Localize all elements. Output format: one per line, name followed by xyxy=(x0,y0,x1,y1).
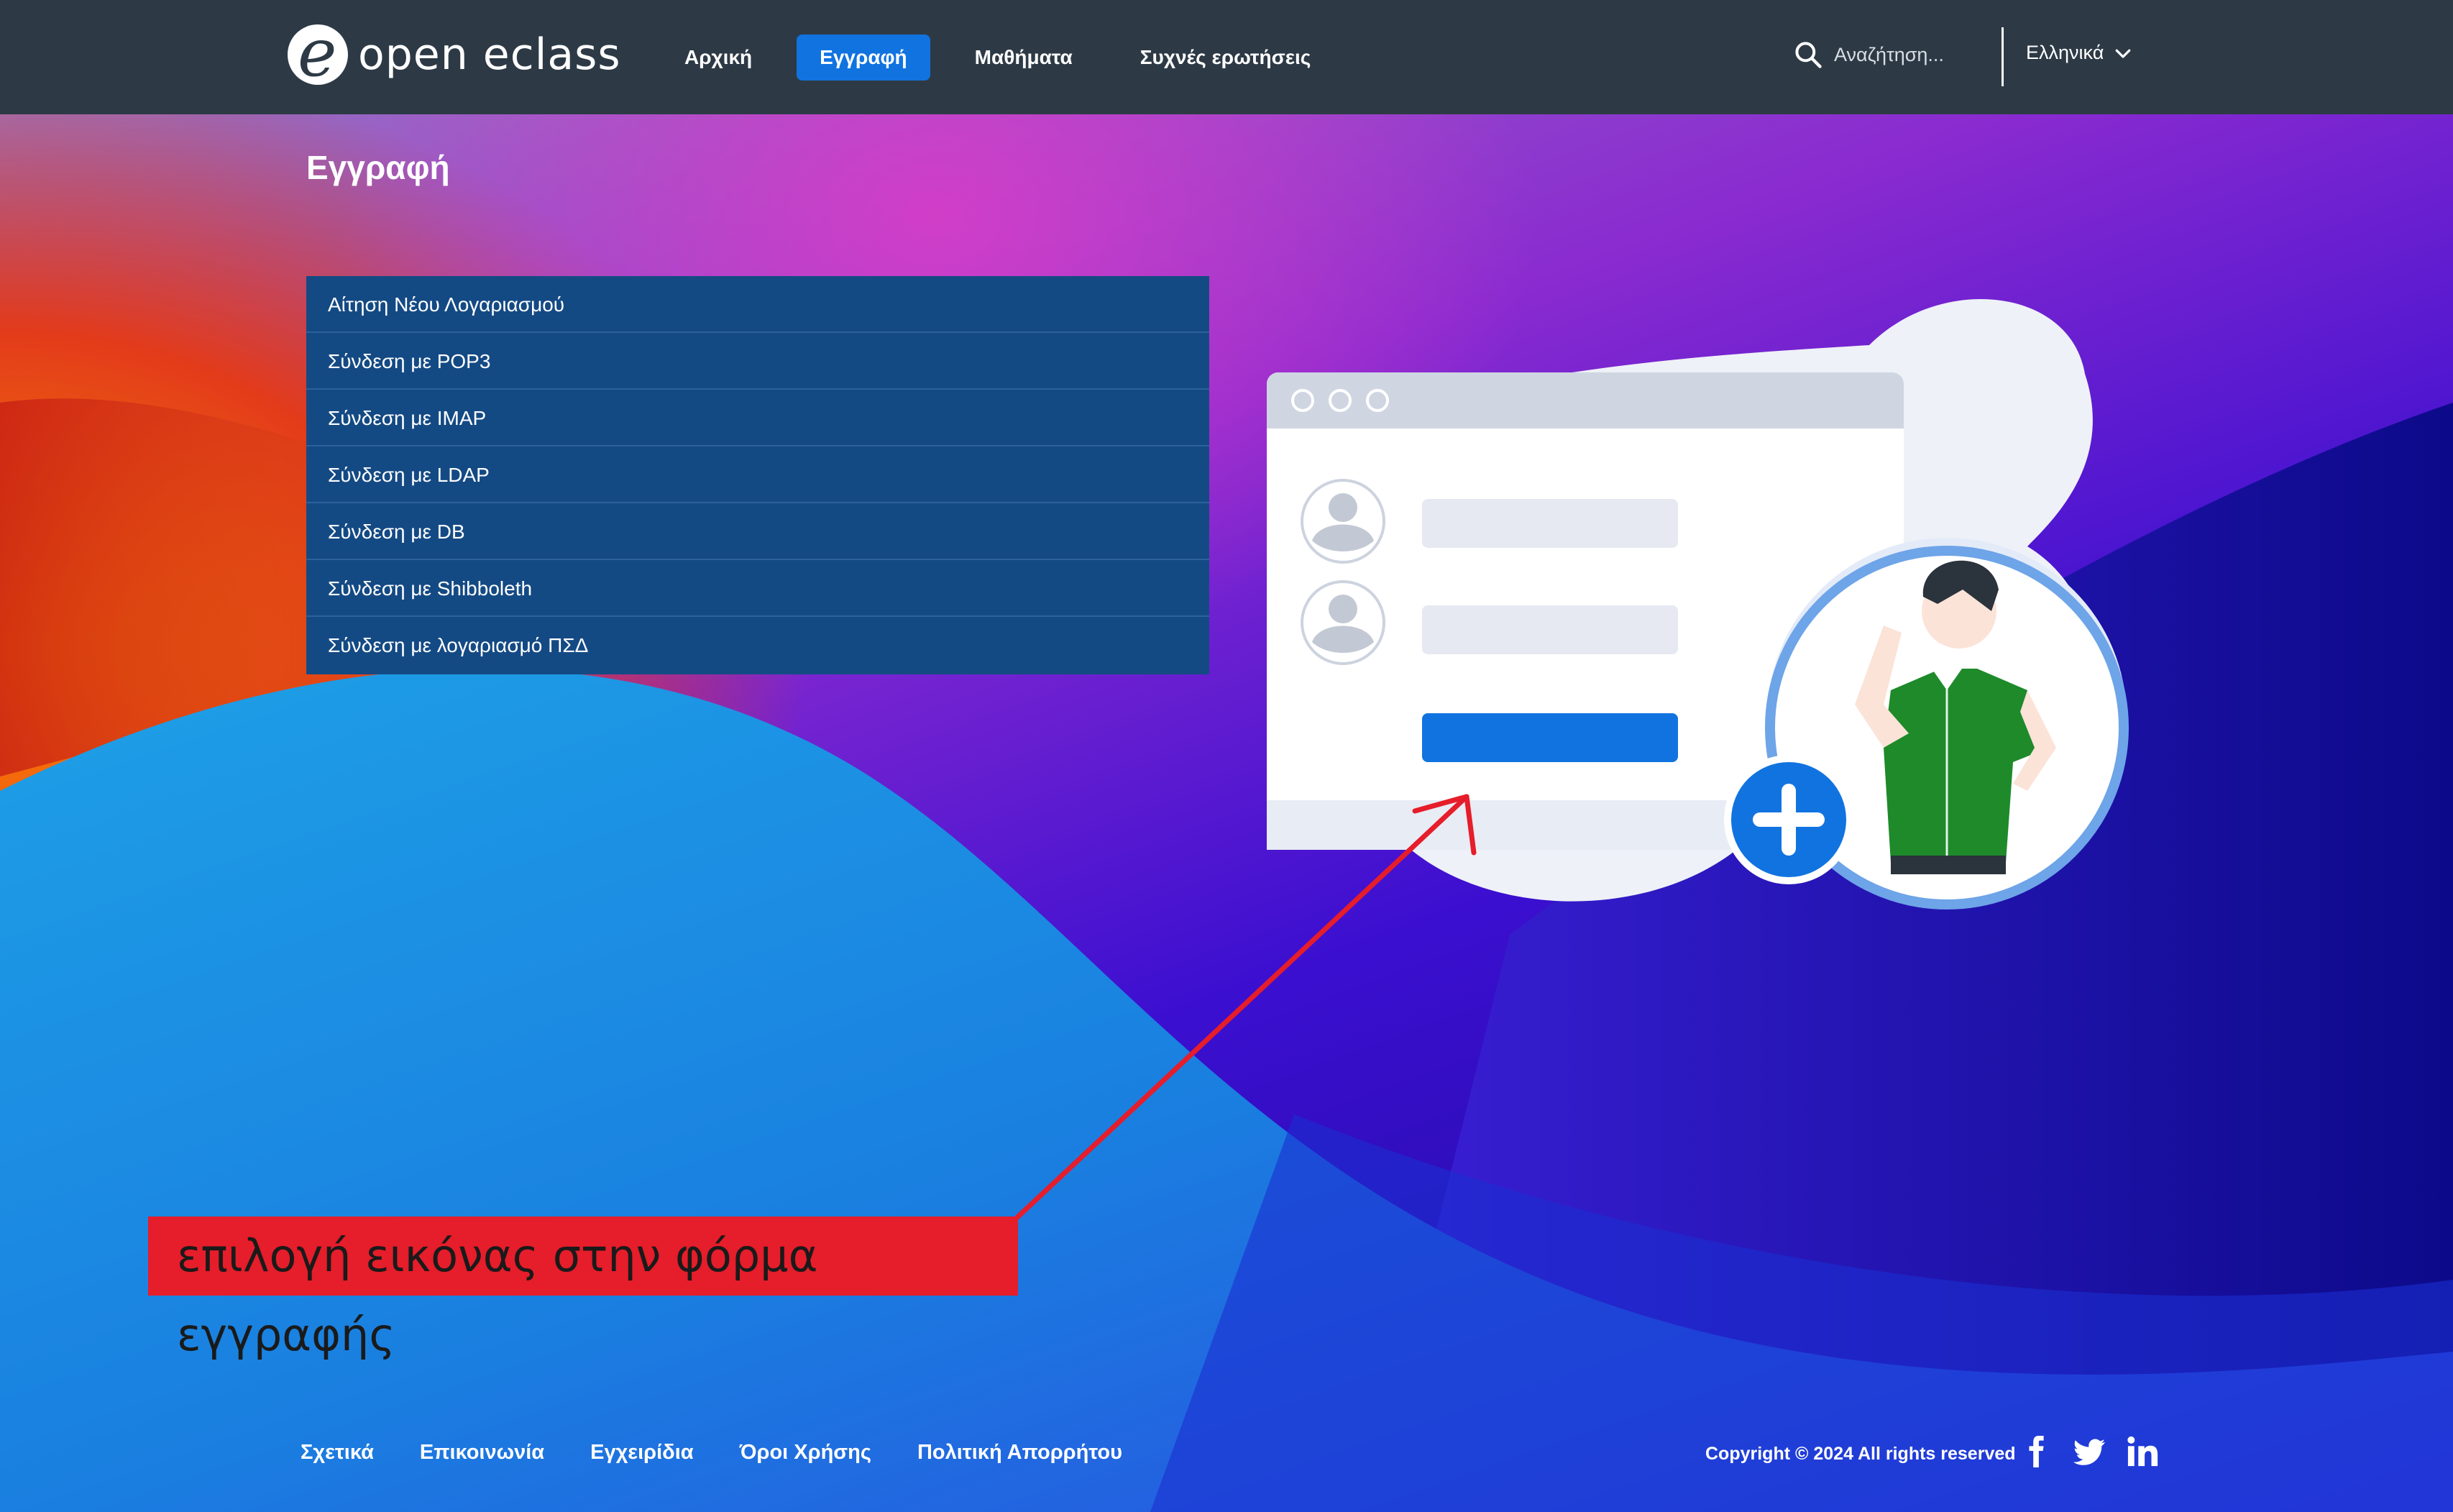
annotation-label: επιλογή εικόνας στην φόρμα εγγραφής xyxy=(148,1217,1018,1361)
footer-link-about[interactable]: Σχετικά xyxy=(301,1441,374,1465)
menu-item-pop3[interactable]: Σύνδεση με POP3 xyxy=(306,333,1209,390)
top-navbar: open eclass Αρχική Εγγραφή Μαθήματα Συχν… xyxy=(0,0,2453,114)
avatar-icon xyxy=(1301,479,1385,564)
menu-item-imap[interactable]: Σύνδεση με IMAP xyxy=(306,390,1209,446)
logo-text: open eclass xyxy=(358,29,621,80)
menu-item-psd-account[interactable]: Σύνδεση με λογαριασμό ΠΣΔ xyxy=(306,617,1209,674)
add-user-plus-icon xyxy=(1724,755,1853,884)
main-nav: Αρχική Εγγραφή Μαθήματα Συχνές ερωτήσεις xyxy=(661,35,1355,81)
menu-item-shibboleth[interactable]: Σύνδεση με Shibboleth xyxy=(306,560,1209,617)
form-field-placeholder xyxy=(1422,499,1678,548)
nav-faq[interactable]: Συχνές ερωτήσεις xyxy=(1117,35,1334,81)
form-button-placeholder xyxy=(1422,713,1678,762)
linkedin-icon[interactable] xyxy=(2127,1435,2160,1468)
menu-item-ldap[interactable]: Σύνδεση με LDAP xyxy=(306,446,1209,503)
nav-register[interactable]: Εγγραφή xyxy=(797,35,930,81)
chevron-down-icon xyxy=(2115,49,2131,58)
search-box[interactable]: Αναζήτηση... xyxy=(1792,39,1944,70)
language-selector[interactable]: Ελληνικά xyxy=(2026,42,2134,64)
language-label: Ελληνικά xyxy=(2026,42,2104,63)
page-title: Εγγραφή xyxy=(306,149,450,186)
copyright-text: Copyright © 2024 All rights reserved xyxy=(1705,1444,2016,1464)
open-eclass-logo[interactable]: open eclass xyxy=(288,14,621,91)
facebook-icon[interactable] xyxy=(2020,1435,2053,1468)
menu-item-new-account[interactable]: Αίτηση Νέου Λογαριασμού xyxy=(306,276,1209,333)
footer-link-contact[interactable]: Επικοινωνία xyxy=(420,1441,544,1465)
menu-item-db[interactable]: Σύνδεση με DB xyxy=(306,503,1209,560)
footer-links: Σχετικά Επικοινωνία Εγχειρίδια Όροι Χρήσ… xyxy=(301,1441,1168,1465)
search-icon[interactable] xyxy=(1792,39,1824,70)
registration-illustration xyxy=(1267,298,2129,910)
header-divider xyxy=(2002,27,2004,86)
form-field-placeholder xyxy=(1422,605,1678,654)
nav-home[interactable]: Αρχική xyxy=(661,35,775,81)
twitter-icon[interactable] xyxy=(2073,1435,2106,1468)
footer-link-manuals[interactable]: Εγχειρίδια xyxy=(590,1441,693,1465)
footer-link-privacy[interactable]: Πολιτική Απορρήτου xyxy=(917,1441,1122,1465)
registration-options-menu: Αίτηση Νέου Λογαριασμού Σύνδεση με POP3 … xyxy=(306,276,1209,674)
avatar-icon xyxy=(1301,580,1385,665)
footer-link-terms[interactable]: Όροι Χρήσης xyxy=(740,1441,871,1465)
nav-courses[interactable]: Μαθήματα xyxy=(952,35,1096,81)
eclass-logo-icon xyxy=(288,14,348,91)
search-input[interactable]: Αναζήτηση... xyxy=(1834,44,1944,66)
social-links xyxy=(2020,1435,2160,1468)
